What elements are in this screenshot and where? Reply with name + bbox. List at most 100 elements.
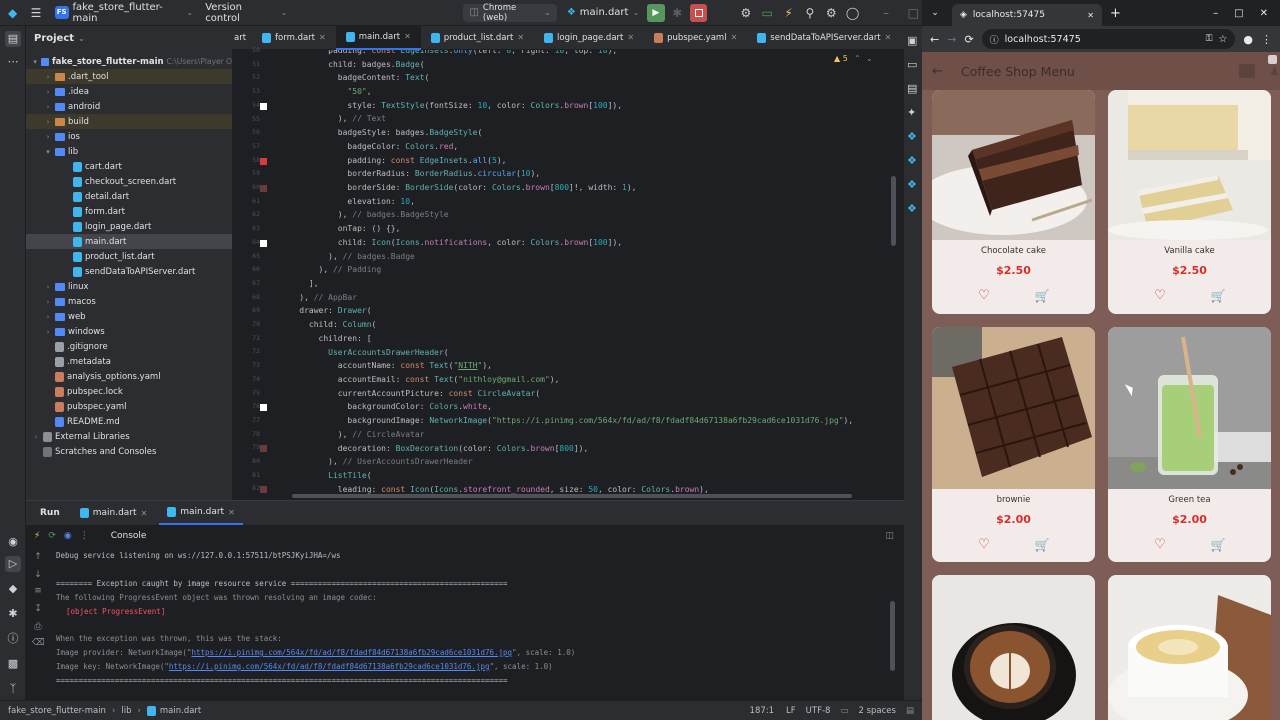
debug-tool-icon[interactable]: ✱ bbox=[5, 606, 21, 622]
add-to-cart-icon[interactable]: 🛒 bbox=[1034, 538, 1050, 552]
more-options-icon[interactable]: ⋮ bbox=[80, 531, 89, 541]
line-number[interactable]: 54 bbox=[236, 101, 260, 109]
tree-item[interactable]: main.dart bbox=[26, 234, 232, 249]
hot-restart-icon[interactable]: ⟳ bbox=[48, 531, 56, 541]
line-number[interactable]: 53 bbox=[236, 87, 260, 95]
color-preview-marker[interactable] bbox=[260, 102, 267, 110]
new-tab-icon[interactable]: + bbox=[1110, 6, 1121, 21]
console-scrollbar[interactable] bbox=[890, 601, 895, 671]
color-preview-marker[interactable] bbox=[260, 404, 267, 412]
device-mirror-icon[interactable]: ▭ bbox=[759, 4, 776, 22]
flutter-outline-icon[interactable]: ❖ bbox=[907, 130, 917, 143]
line-number[interactable]: 67 bbox=[236, 279, 260, 287]
chevron-right-icon[interactable]: › bbox=[44, 118, 52, 126]
close-icon[interactable]: ✕ bbox=[404, 32, 411, 41]
run-tool-icon[interactable]: ▷ bbox=[5, 556, 21, 572]
settings-gear-icon[interactable]: ⚙ bbox=[823, 4, 840, 22]
status-file[interactable]: main.dart bbox=[160, 706, 201, 716]
line-number[interactable]: 69 bbox=[236, 306, 260, 314]
tree-item[interactable]: pubspec.yaml bbox=[26, 399, 232, 414]
status-project[interactable]: fake_store_flutter-main bbox=[8, 706, 106, 716]
tree-item[interactable]: › ios bbox=[26, 129, 232, 144]
line-number[interactable]: 81 bbox=[236, 471, 260, 479]
color-preview-marker[interactable] bbox=[260, 239, 267, 247]
main-menu-icon[interactable]: ☰ bbox=[27, 4, 44, 22]
tree-root[interactable]: ▾ fake_store_flutter-main C:\Users\Playe… bbox=[26, 54, 232, 69]
chevron-right-icon[interactable]: › bbox=[44, 88, 52, 96]
editor-tab[interactable]: product_list.dart ✕ bbox=[421, 26, 534, 50]
line-number[interactable]: 70 bbox=[236, 320, 260, 328]
back-arrow-icon[interactable]: ← bbox=[932, 64, 943, 79]
line-number[interactable]: 68 bbox=[236, 293, 260, 301]
line-number[interactable]: 73 bbox=[236, 361, 260, 369]
debug-icon[interactable]: ✱ bbox=[669, 4, 686, 22]
line-number[interactable]: 63 bbox=[236, 224, 260, 232]
file-encoding[interactable]: UTF-8 bbox=[806, 706, 831, 716]
tree-item[interactable]: checkout_screen.dart bbox=[26, 174, 232, 189]
close-icon[interactable]: ✕ bbox=[885, 33, 892, 42]
line-number[interactable]: 60 bbox=[236, 183, 260, 191]
product-card[interactable]: Chocolate cake $2.50 ♡ 🛒 bbox=[932, 90, 1095, 314]
close-window-icon[interactable]: ✕ bbox=[1260, 8, 1268, 19]
favorite-heart-icon[interactable]: ♡ bbox=[1152, 538, 1168, 552]
address-bar[interactable]: ⓘ localhost:57475 ⚿ ☆ bbox=[981, 29, 1236, 49]
run-tab-1[interactable]: main.dart ✕ bbox=[72, 501, 156, 525]
database-icon[interactable]: ▤ bbox=[907, 82, 917, 95]
account-icon[interactable]: ◯ bbox=[844, 4, 861, 22]
product-image[interactable] bbox=[932, 575, 1095, 720]
profile-icon[interactable]: ● bbox=[1243, 33, 1253, 46]
color-preview-marker[interactable] bbox=[260, 157, 267, 165]
close-icon[interactable]: ✕ bbox=[319, 33, 326, 42]
chevron-right-icon[interactable]: › bbox=[44, 313, 52, 321]
chevron-right-icon[interactable]: › bbox=[32, 433, 40, 441]
tree-item[interactable]: › macos bbox=[26, 294, 232, 309]
line-number[interactable]: 55 bbox=[236, 115, 260, 123]
tree-item[interactable]: .metadata bbox=[26, 354, 232, 369]
notifications-icon[interactable]: ♟ bbox=[1269, 64, 1280, 78]
tree-item[interactable]: sendDataToAPIServer.dart bbox=[26, 264, 232, 279]
minimize-icon[interactable]: – bbox=[877, 4, 894, 22]
layout-icon[interactable]: ◫ bbox=[885, 531, 894, 541]
browser-menu-icon[interactable]: ⋮ bbox=[1261, 33, 1272, 46]
tree-item[interactable]: › linux bbox=[26, 279, 232, 294]
line-number[interactable]: 62 bbox=[236, 210, 260, 218]
tree-item[interactable]: › windows bbox=[26, 324, 232, 339]
status-folder[interactable]: lib bbox=[121, 706, 131, 716]
hot-reload-icon[interactable]: ⚡ bbox=[780, 4, 797, 22]
line-number[interactable]: 52 bbox=[236, 73, 260, 81]
project-tool-icon[interactable]: ▤ bbox=[5, 31, 21, 47]
line-number[interactable]: 58 bbox=[236, 156, 260, 164]
trash-icon[interactable]: ⌫ bbox=[32, 637, 45, 649]
line-number[interactable]: 76 bbox=[236, 402, 260, 410]
product-image[interactable] bbox=[1108, 90, 1271, 240]
console-tab[interactable]: Console bbox=[111, 531, 147, 541]
bookmark-star-icon[interactable]: ☆ bbox=[1218, 34, 1227, 45]
tree-item[interactable]: .gitignore bbox=[26, 339, 232, 354]
console-link[interactable]: https://i.pinimg.com/564x/fd/ad/f8/fdadf… bbox=[169, 662, 490, 671]
line-number[interactable]: 82 bbox=[236, 484, 260, 492]
line-number[interactable]: 66 bbox=[236, 265, 260, 273]
chevron-right-icon[interactable]: › bbox=[44, 103, 52, 111]
editor-tab[interactable]: login_page.dart ✕ bbox=[534, 26, 644, 50]
lock-icon[interactable]: ▭ bbox=[840, 706, 848, 716]
tree-item[interactable]: › External Libraries bbox=[26, 429, 232, 444]
line-separator[interactable]: LF bbox=[786, 706, 796, 716]
device-manager-icon[interactable]: ▭ bbox=[907, 58, 917, 71]
attach-debugger-icon[interactable]: ⚙ bbox=[737, 4, 754, 22]
tree-item[interactable]: detail.dart bbox=[26, 189, 232, 204]
favorite-heart-icon[interactable]: ♡ bbox=[976, 289, 992, 303]
line-number[interactable]: 50 bbox=[236, 46, 260, 54]
editor-tab[interactable]: main.dart ✕ bbox=[335, 25, 421, 50]
line-number[interactable]: 72 bbox=[236, 347, 260, 355]
soft-wrap-icon[interactable]: ≡ bbox=[32, 585, 44, 597]
tree-item[interactable]: › .idea bbox=[26, 84, 232, 99]
memory-icon[interactable]: ▤ bbox=[906, 706, 914, 716]
git-icon[interactable]: ᛉ bbox=[5, 681, 21, 697]
back-icon[interactable]: ← bbox=[930, 33, 939, 46]
line-number[interactable]: 57 bbox=[236, 142, 260, 150]
chevron-right-icon[interactable]: › bbox=[44, 298, 52, 306]
line-number[interactable]: 80 bbox=[236, 457, 260, 465]
line-number[interactable]: 59 bbox=[236, 169, 260, 177]
line-number[interactable]: 78 bbox=[236, 430, 260, 438]
close-icon[interactable]: ✕ bbox=[731, 33, 738, 42]
